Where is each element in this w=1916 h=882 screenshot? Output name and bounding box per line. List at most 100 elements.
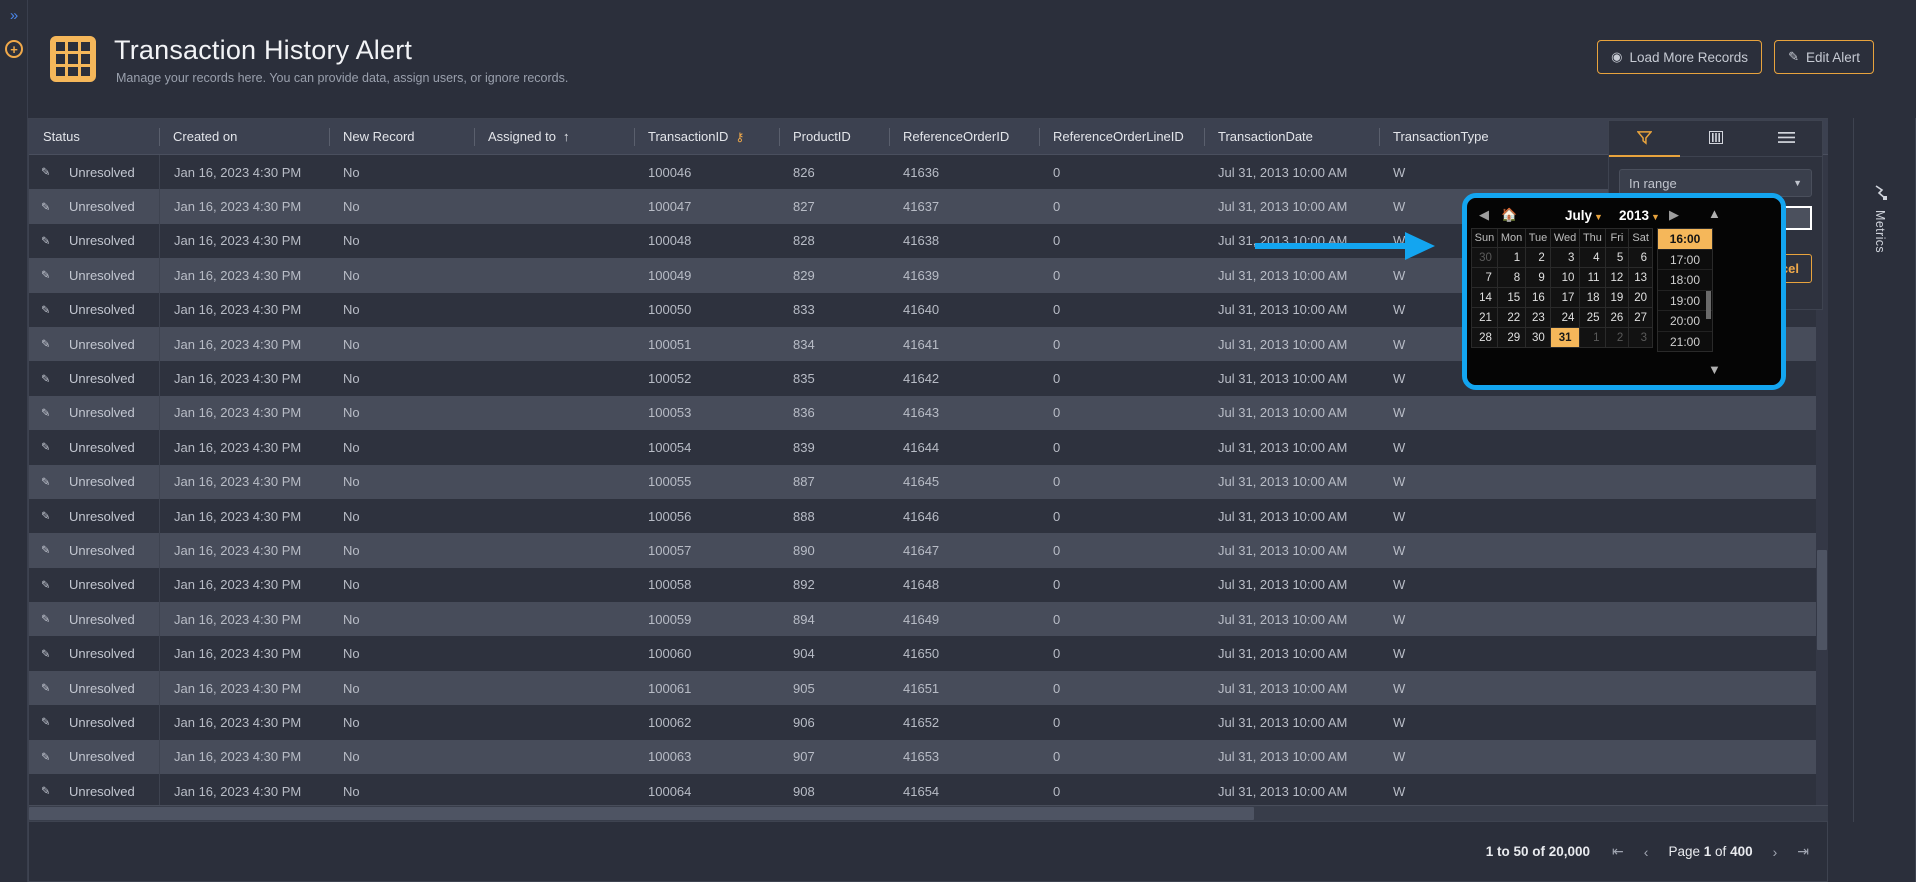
cell-product-id[interactable]: 833	[779, 293, 889, 327]
time-option[interactable]: 17:00	[1658, 250, 1712, 270]
cell-txn-id[interactable]: 100060	[634, 636, 779, 670]
cell-assigned[interactable]	[474, 224, 634, 258]
cell-product-id[interactable]: 906	[779, 705, 889, 739]
cell-created[interactable]: Jan 16, 2023 4:30 PM	[159, 533, 329, 568]
time-list[interactable]: 16:00 17:00 18:00 19:00 20:00 21:00	[1657, 228, 1713, 352]
cell-ref-order-id[interactable]: 41646	[889, 499, 1039, 533]
cell-created[interactable]: Jan 16, 2023 4:30 PM	[159, 705, 329, 740]
cell-assigned[interactable]	[474, 499, 634, 533]
cell-created[interactable]: Jan 16, 2023 4:30 PM	[159, 155, 329, 190]
cell-new-record[interactable]: No	[329, 533, 474, 567]
table-row[interactable]: ✎ Unresolved Jan 16, 2023 4:30 PM No 100061 9…	[29, 670, 1828, 706]
calendar-day[interactable]: 12	[1604, 267, 1630, 288]
cell-txn-type[interactable]: W	[1379, 155, 1489, 189]
cell-txn-date[interactable]: Jul 31, 2013 10:00 AM	[1204, 189, 1379, 223]
cell-assigned[interactable]	[474, 361, 634, 395]
cell-txn-date[interactable]: Jul 31, 2013 10:00 AM	[1204, 740, 1379, 774]
table-row[interactable]: ✎ Unresolved Jan 16, 2023 4:30 PM No 100055 8…	[29, 464, 1828, 499]
grid-horizontal-scroll-thumb[interactable]	[29, 807, 1254, 820]
cell-ref-line-id[interactable]: 0	[1039, 361, 1204, 395]
year-selector[interactable]: 2013 ▼	[1619, 208, 1660, 223]
edit-pencil-icon[interactable]: ✎	[41, 441, 50, 454]
table-row[interactable]: ✎ Unresolved Jan 16, 2023 4:30 PM No 100059 8…	[29, 602, 1828, 637]
cell-new-record[interactable]: No	[329, 327, 474, 361]
edit-pencil-icon[interactable]: ✎	[41, 544, 50, 557]
cell-product-id[interactable]: 836	[779, 396, 889, 430]
month-selector[interactable]: July ▼	[1565, 208, 1603, 223]
cell-txn-id[interactable]: 100052	[634, 361, 779, 395]
cell-assigned[interactable]	[474, 568, 634, 602]
table-row[interactable]: ✎ Unresolved Jan 16, 2023 4:30 PM No 100058 8…	[29, 567, 1828, 603]
cell-new-record[interactable]: No	[329, 189, 474, 223]
calendar-day[interactable]: 19	[1604, 287, 1630, 308]
cell-ref-order-id[interactable]: 41641	[889, 327, 1039, 361]
caret-left-icon[interactable]: ◀	[1475, 207, 1493, 223]
cell-status[interactable]: ✎ Unresolved	[29, 155, 159, 189]
table-row[interactable]: ✎ Unresolved Jan 16, 2023 4:30 PM No 100053 8…	[29, 395, 1828, 431]
cell-new-record[interactable]: No	[329, 465, 474, 499]
calendar-day[interactable]: 5	[1604, 247, 1630, 268]
cell-ref-order-id[interactable]: 41652	[889, 705, 1039, 739]
cell-ref-order-id[interactable]: 41642	[889, 361, 1039, 395]
cell-txn-id[interactable]: 100051	[634, 327, 779, 361]
cell-created[interactable]: Jan 16, 2023 4:30 PM	[159, 602, 329, 637]
add-circle-icon[interactable]: +	[5, 40, 23, 58]
cell-txn-id[interactable]: 100046	[634, 155, 779, 189]
cell-created[interactable]: Jan 16, 2023 4:30 PM	[159, 670, 329, 706]
cell-ref-line-id[interactable]: 0	[1039, 465, 1204, 499]
cell-new-record[interactable]: No	[329, 258, 474, 292]
cell-new-record[interactable]: No	[329, 774, 474, 805]
cell-status[interactable]: ✎ Unresolved	[29, 602, 159, 636]
edit-pencil-icon[interactable]: ✎	[41, 647, 50, 660]
cell-status[interactable]: ✎ Unresolved	[29, 293, 159, 327]
cell-new-record[interactable]: No	[329, 430, 474, 464]
cell-status[interactable]: ✎ Unresolved	[29, 705, 159, 739]
cell-txn-type[interactable]: W	[1379, 430, 1489, 464]
cell-new-record[interactable]: No	[329, 705, 474, 739]
cell-new-record[interactable]: No	[329, 602, 474, 636]
cell-ref-line-id[interactable]: 0	[1039, 499, 1204, 533]
cell-assigned[interactable]	[474, 774, 634, 805]
cell-txn-id[interactable]: 100061	[634, 671, 779, 705]
edit-alert-button[interactable]: ✎ Edit Alert	[1774, 40, 1874, 74]
cell-new-record[interactable]: No	[329, 293, 474, 327]
cell-txn-type[interactable]: W	[1379, 671, 1489, 705]
edit-pencil-icon[interactable]: ✎	[41, 406, 50, 419]
cell-product-id[interactable]: 888	[779, 499, 889, 533]
column-header-transactionid[interactable]: TransactionID ⚷	[634, 119, 779, 155]
cell-txn-date[interactable]: Jul 31, 2013 10:00 AM	[1204, 327, 1379, 361]
filter-tab[interactable]	[1609, 121, 1680, 157]
cell-ref-line-id[interactable]: 0	[1039, 671, 1204, 705]
cell-ref-order-id[interactable]: 41650	[889, 636, 1039, 670]
cell-txn-id[interactable]: 100055	[634, 465, 779, 499]
cell-new-record[interactable]: No	[329, 224, 474, 258]
calendar-day[interactable]: 1	[1579, 327, 1606, 348]
calendar-day[interactable]: 3	[1628, 327, 1653, 348]
cell-ref-line-id[interactable]: 0	[1039, 224, 1204, 258]
cell-ref-line-id[interactable]: 0	[1039, 430, 1204, 464]
table-row[interactable]: ✎ Unresolved Jan 16, 2023 4:30 PM No 100063 9…	[29, 739, 1828, 775]
calendar-day[interactable]: 8	[1496, 267, 1527, 288]
cell-status[interactable]: ✎ Unresolved	[29, 499, 159, 533]
cell-txn-type[interactable]: W	[1379, 533, 1489, 567]
edit-pencil-icon[interactable]: ✎	[41, 269, 50, 282]
cell-product-id[interactable]: 894	[779, 602, 889, 636]
cell-txn-id[interactable]: 100063	[634, 740, 779, 774]
cell-status[interactable]: ✎ Unresolved	[29, 465, 159, 499]
cell-created[interactable]: Jan 16, 2023 4:30 PM	[159, 361, 329, 396]
cell-created[interactable]: Jan 16, 2023 4:30 PM	[159, 292, 329, 327]
cell-txn-type[interactable]: W	[1379, 705, 1489, 739]
cell-created[interactable]: Jan 16, 2023 4:30 PM	[159, 223, 329, 259]
cell-txn-id[interactable]: 100047	[634, 189, 779, 223]
edit-pencil-icon[interactable]: ✎	[41, 234, 50, 247]
cell-status[interactable]: ✎ Unresolved	[29, 327, 159, 361]
metrics-side-tab[interactable]: Metrics	[1866, 185, 1894, 295]
cell-ref-line-id[interactable]: 0	[1039, 774, 1204, 805]
cell-created[interactable]: Jan 16, 2023 4:30 PM	[159, 636, 329, 671]
calendar-day[interactable]: 14	[1471, 287, 1498, 308]
cell-txn-date[interactable]: Jul 31, 2013 10:00 AM	[1204, 636, 1379, 670]
grid-horizontal-scrollbar[interactable]	[29, 805, 1828, 821]
cell-assigned[interactable]	[474, 258, 634, 292]
cell-new-record[interactable]: No	[329, 740, 474, 774]
cell-product-id[interactable]: 827	[779, 189, 889, 223]
